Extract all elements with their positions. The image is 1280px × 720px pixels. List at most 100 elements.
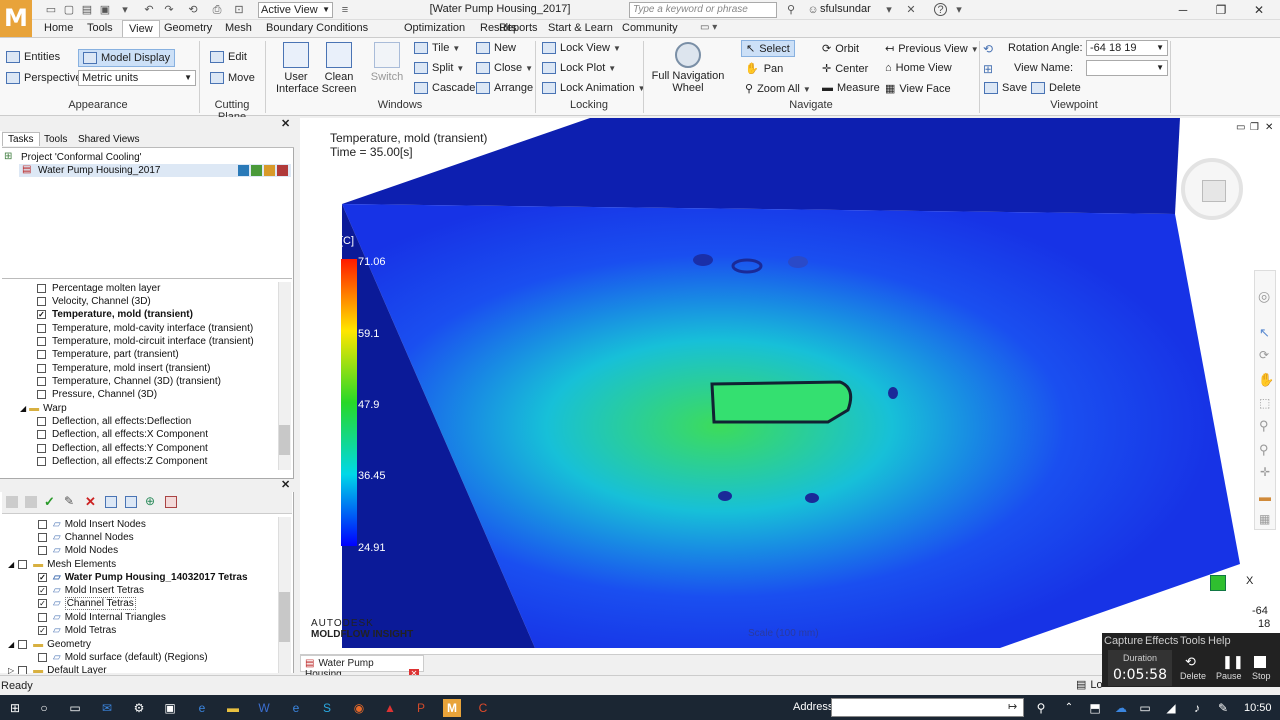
minimize-button[interactable]: ─ (1164, 0, 1202, 20)
layer-copy-icon[interactable] (25, 496, 37, 508)
results-scroll-thumb[interactable] (279, 425, 290, 455)
tab-optimization[interactable]: Optimization (398, 20, 471, 37)
result-checkbox[interactable] (37, 283, 46, 293)
center-button[interactable]: ✛ Center (822, 62, 868, 75)
help-icon[interactable]: ? (934, 3, 947, 16)
result-item[interactable]: Deflection, all effects:Z Component (37, 456, 207, 467)
tab-boundary-conditions[interactable]: Boundary Conditions (260, 20, 374, 37)
delete-icon[interactable]: ✕ (85, 494, 96, 510)
tab-start-learn[interactable]: Start & Learn (542, 20, 619, 37)
layer-checkbox[interactable] (38, 545, 47, 555)
layer-item[interactable]: ▱ Mold Internal Triangles (38, 612, 166, 623)
full-navigation-wheel-button[interactable]: Full Navigation Wheel (650, 42, 726, 94)
cascade-button[interactable]: Cascade (414, 82, 475, 95)
layer-checkbox-checked[interactable]: ✓ (38, 625, 47, 635)
layer-checkbox[interactable] (18, 559, 28, 569)
measure-icon[interactable]: ▬ (1259, 490, 1271, 504)
view-name-field[interactable]: ▼ (1086, 60, 1168, 76)
tab-tools-panel[interactable]: Tools (44, 134, 67, 145)
expand-icon[interactable]: ◢ (20, 404, 26, 413)
viewcube-face[interactable] (1202, 180, 1226, 202)
recorder-delete-button[interactable]: Delete (1180, 671, 1206, 681)
network-icon[interactable]: ◢ (1162, 699, 1180, 717)
layer-checkbox[interactable] (38, 519, 47, 529)
navigation-wheel-icon[interactable]: ◎ (1258, 288, 1270, 305)
tray-chevron-icon[interactable]: ⌃ (1060, 699, 1078, 717)
study-name[interactable]: Water Pump Housing_2017 (38, 165, 160, 176)
onedrive-icon[interactable]: ☁ (1112, 699, 1130, 717)
acrobat-icon[interactable]: ▲ (381, 699, 399, 717)
word-icon[interactable]: W (255, 699, 273, 717)
layer-item[interactable]: ▱ Channel Nodes (38, 532, 134, 543)
recorder-menu-help[interactable]: Help (1208, 635, 1231, 647)
clock-time[interactable]: 10:50 (1244, 702, 1272, 714)
user-interface-button[interactable]: User Interface (276, 42, 319, 95)
edit-plane-button[interactable]: Edit (210, 51, 247, 64)
layer-checkbox[interactable] (38, 652, 47, 662)
document-tab[interactable]: ▤Water Pump Housing...✕ (300, 655, 424, 680)
active-view-select[interactable]: Active View ▼ (258, 2, 333, 18)
result-checkbox[interactable] (37, 456, 46, 466)
lock-view-button[interactable]: Lock View ▼ (542, 42, 621, 55)
result-item[interactable]: Deflection, all effects:Deflection (37, 416, 191, 427)
result-checkbox[interactable] (37, 349, 46, 359)
layer-item[interactable]: ✓ ▱ Mold Insert Tetras (38, 585, 144, 596)
switch-button[interactable]: Switch (368, 42, 406, 83)
close-icon[interactable]: ✕ (281, 117, 290, 130)
expand-icon[interactable]: ◢ (8, 640, 14, 649)
windows-start-icon[interactable]: ⊞ (6, 699, 24, 717)
arrange-button[interactable]: Arrange (476, 82, 533, 95)
delete-view-button[interactable]: Delete (1031, 82, 1081, 95)
binoculars-icon[interactable]: ⚲ (784, 3, 798, 17)
result-checkbox[interactable] (37, 389, 46, 399)
warp-folder[interactable]: ◢ ▬ Warp (20, 403, 67, 414)
folder-icon[interactable]: ▤ (80, 3, 94, 17)
undo-icon[interactable]: ↶ (142, 3, 156, 17)
layer-item[interactable]: ✓ ▱ Mold Tetras (38, 625, 116, 636)
result-item[interactable]: Velocity, Channel (3D) (37, 296, 151, 307)
close-icon[interactable]: ✕ (281, 478, 290, 491)
layer-checkbox-checked[interactable]: ✓ (38, 598, 47, 608)
orbit-button[interactable]: ⟳ Orbit (822, 42, 859, 55)
new-icon[interactable]: ▭ (44, 3, 58, 17)
result-item[interactable]: Temperature, mold-circuit interface (tra… (37, 336, 254, 347)
skype-icon[interactable]: S (318, 699, 336, 717)
tray-app-icon[interactable]: ▭ (1136, 699, 1154, 717)
recorder-stop-button[interactable]: Stop (1252, 671, 1271, 681)
internet-explorer-icon[interactable]: e (287, 699, 305, 717)
select-cursor-icon[interactable]: ↖ (1259, 325, 1270, 341)
log-button[interactable]: ▤ Lo (1076, 678, 1103, 691)
result-item[interactable]: Pressure, Channel (3D) (37, 389, 157, 400)
center-icon[interactable]: ✛ (1260, 465, 1270, 479)
result-item[interactable]: Deflection, all effects:Y Component (37, 443, 208, 454)
minimize-icon[interactable]: ▭ (1236, 122, 1245, 133)
project-name[interactable]: Project 'Conformal Cooling' (21, 152, 142, 163)
default-layer-folder[interactable]: ▷ ▬ Default Layer (8, 665, 107, 674)
layer-item[interactable]: ▱ Mold Nodes (38, 545, 118, 556)
result-checkbox[interactable] (37, 416, 46, 426)
volume-icon[interactable]: ♪ (1188, 699, 1206, 717)
app-logo-icon[interactable]: M (0, 0, 32, 38)
redo-icon[interactable]: ⟲ (1185, 654, 1196, 670)
settings-icon[interactable]: ⚙ (130, 699, 148, 717)
new-window-button[interactable]: New (476, 42, 516, 55)
study-status-icon[interactable] (264, 165, 275, 176)
ribbon-options-icon[interactable]: ▭ ▾ (700, 22, 717, 33)
chevron-down-icon[interactable]: ▾ (952, 3, 966, 17)
layer-checkbox[interactable] (18, 639, 28, 649)
close-icon[interactable]: ✕ (1265, 122, 1273, 133)
user-name[interactable]: sfulsundar (820, 3, 871, 15)
tab-home[interactable]: Home (38, 20, 79, 37)
layers-scroll-thumb[interactable] (279, 592, 290, 642)
mesh-elements-folder[interactable]: ◢ ▬ Mesh Elements (8, 559, 116, 570)
layer-tree-icon[interactable]: ⊕ (145, 494, 155, 508)
chevron-down-icon[interactable]: ▾ (882, 3, 896, 17)
study-status-icon[interactable] (277, 165, 288, 176)
orbit-icon[interactable]: ⟳ (1259, 348, 1269, 362)
fit-icon[interactable]: ⬚ (1259, 396, 1270, 410)
result-item[interactable]: Temperature, mold-cavity interface (tran… (37, 323, 253, 334)
model-display-button[interactable]: Model Display (78, 49, 176, 68)
powerpoint-icon[interactable]: P (412, 699, 430, 717)
layer-checkbox[interactable] (38, 532, 47, 542)
search-input[interactable]: Type a keyword or phrase (629, 2, 777, 18)
